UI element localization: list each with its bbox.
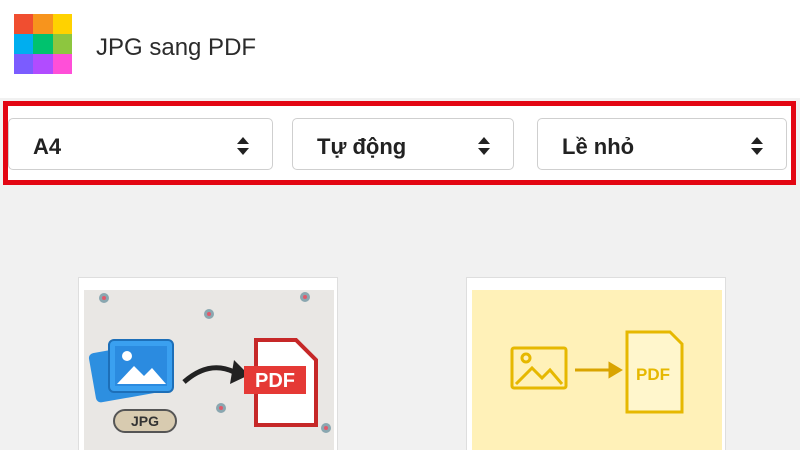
- up-down-arrows-icon: [478, 137, 490, 155]
- logo-tile: [14, 54, 34, 74]
- page-size-value: A4: [33, 134, 62, 159]
- pdf-label: PDF: [255, 370, 295, 392]
- app-logo-icon: [14, 14, 72, 74]
- logo-tile: [33, 14, 53, 34]
- logo-tile: [33, 54, 53, 74]
- page-size-select[interactable]: A4: [8, 118, 273, 170]
- options-bar: A4 Tự động Lề nhỏ: [3, 101, 796, 185]
- logo-tile: [14, 34, 34, 54]
- logo-tile: [33, 34, 53, 54]
- image-icon: [510, 346, 568, 390]
- jpg-badge-text: JPG: [131, 413, 159, 429]
- preview-card-jpg-to-pdf[interactable]: JPG PDF: [78, 277, 338, 450]
- logo-tile: [52, 54, 72, 74]
- photo-stack-icon: [88, 339, 174, 403]
- pdf-file-icon: PDF: [244, 338, 318, 427]
- logo-tile: [14, 14, 34, 34]
- preview-card-image-to-pdf[interactable]: PDF: [466, 277, 726, 450]
- margin-value: Lề nhỏ: [562, 134, 635, 159]
- image-to-pdf-sketch: PDF: [472, 290, 722, 450]
- app-header: JPG sang PDF: [0, 0, 800, 98]
- pdf-label: PDF: [636, 365, 670, 384]
- arrow-right-icon: [182, 365, 236, 384]
- arrow-right-icon: [575, 361, 623, 379]
- jpg-to-pdf-illustration: JPG PDF: [84, 290, 334, 450]
- up-down-arrows-icon: [237, 137, 249, 155]
- logo-tile: [52, 34, 72, 54]
- orientation-select[interactable]: Tự động: [292, 118, 514, 170]
- up-down-arrows-icon: [751, 137, 763, 155]
- orientation-value: Tự động: [317, 134, 407, 159]
- pdf-file-icon: PDF: [625, 330, 684, 414]
- app-title: JPG sang PDF: [96, 34, 257, 61]
- margin-select[interactable]: Lề nhỏ: [537, 118, 787, 170]
- logo-tile: [52, 14, 72, 34]
